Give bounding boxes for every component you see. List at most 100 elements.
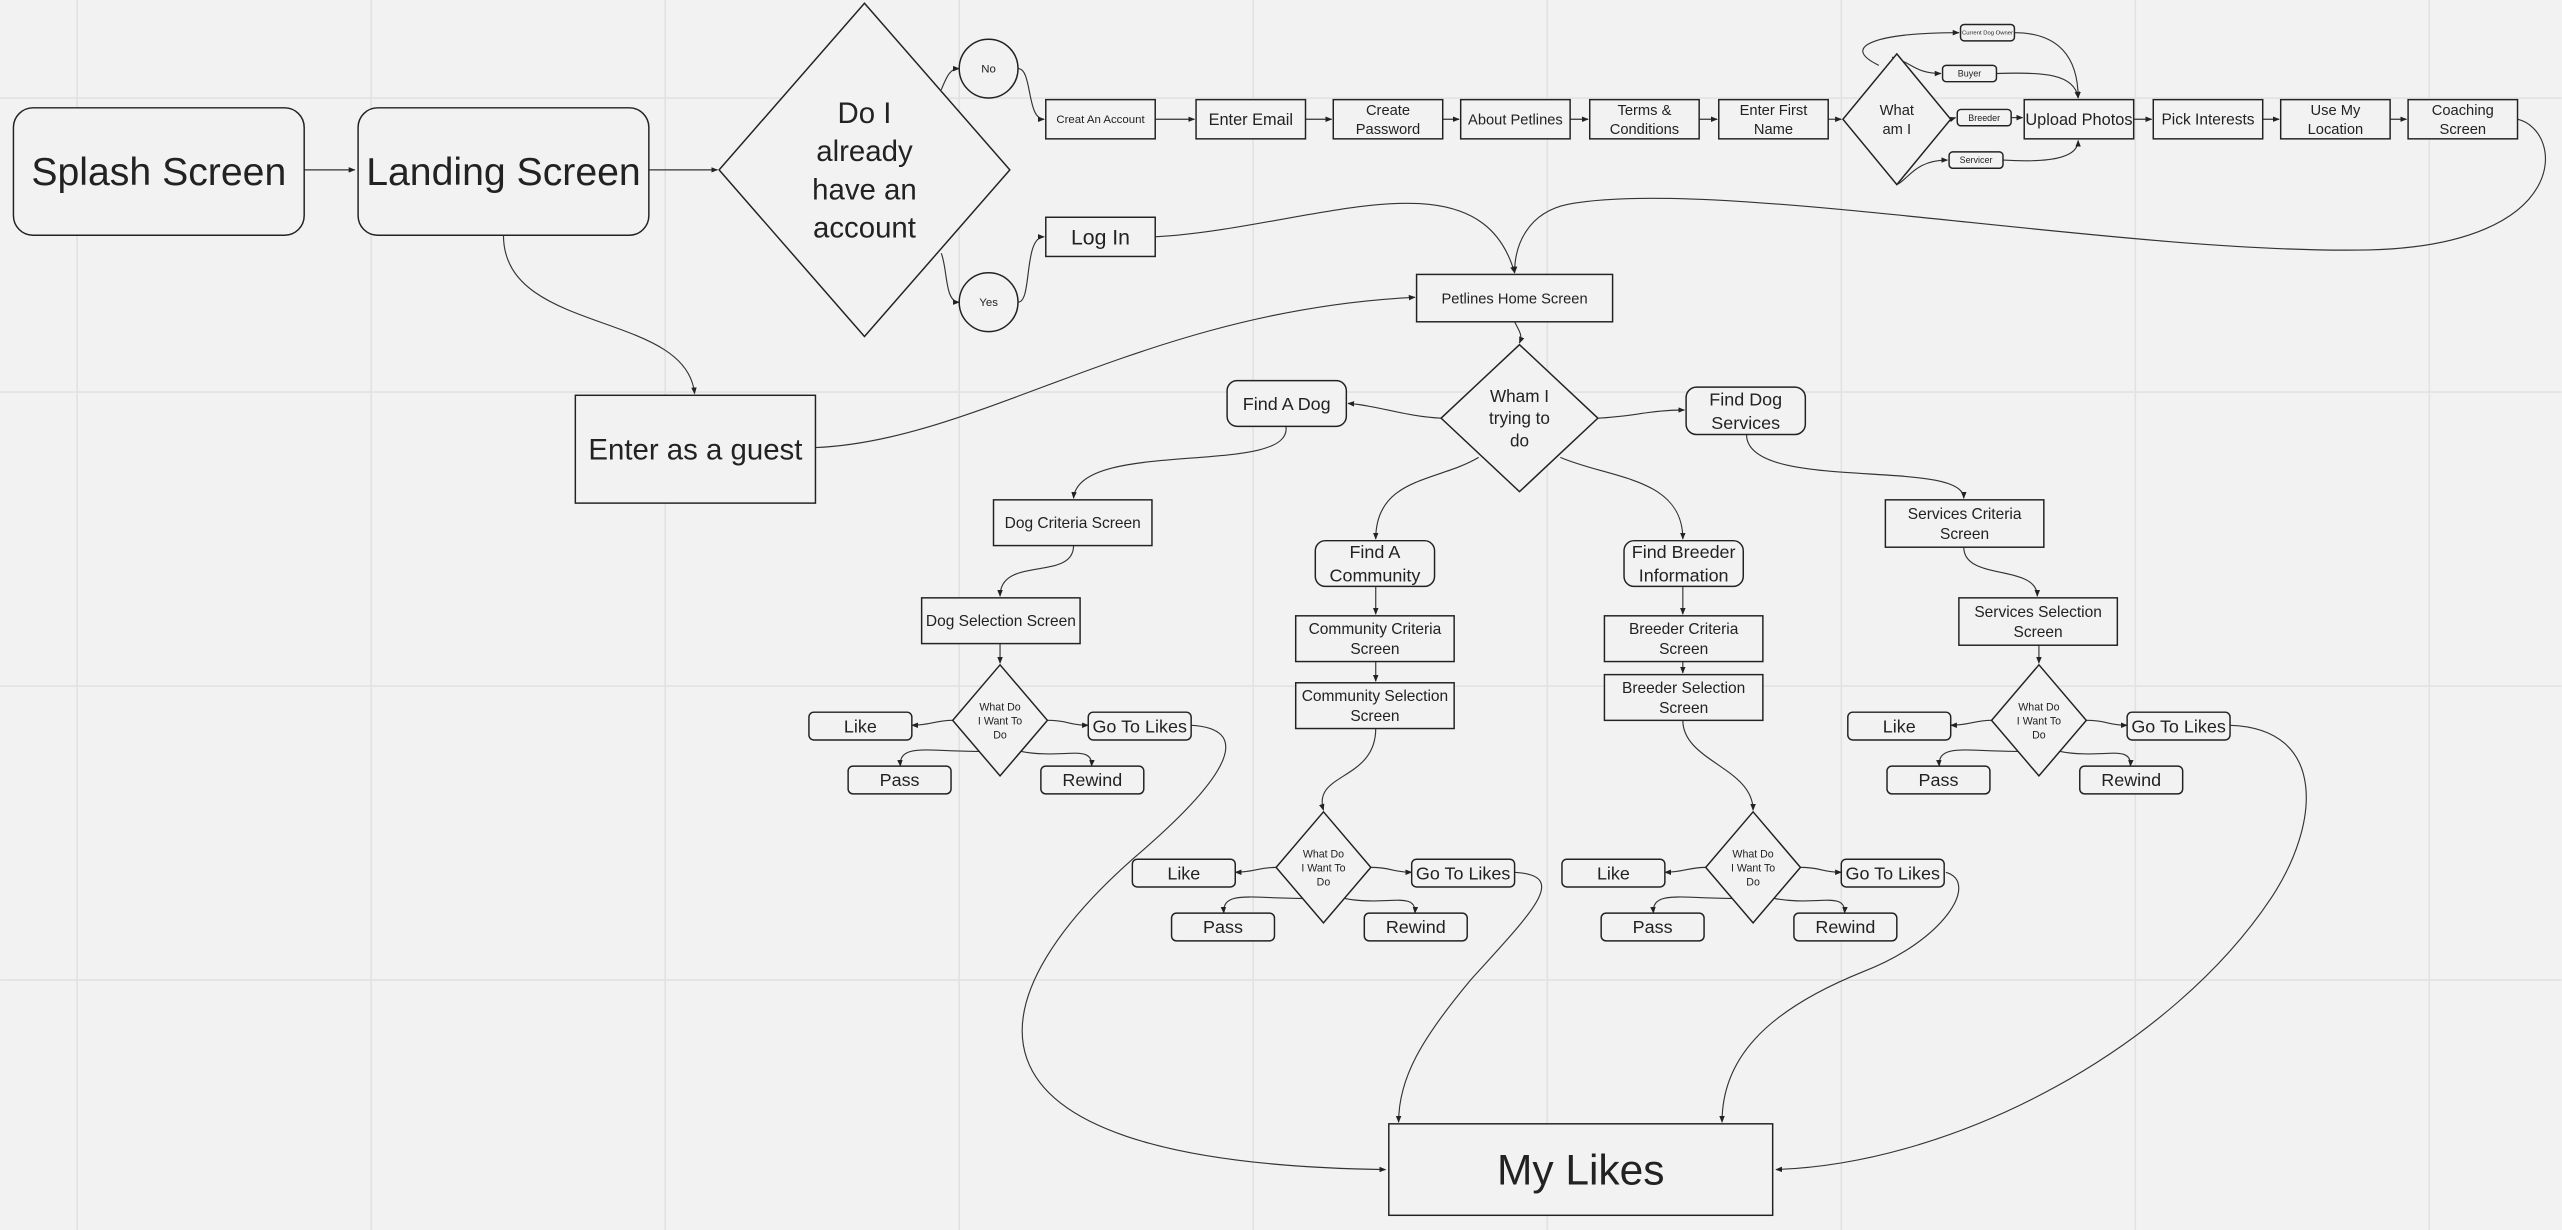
label-line: What — [1880, 103, 1914, 119]
rewind-button[interactable]: Rewind — [1793, 912, 1898, 942]
connector-arrow — [1560, 456, 1686, 540]
node-log-in[interactable]: Log In — [1045, 216, 1156, 258]
label-line: Enter Email — [1209, 111, 1293, 129]
pass-button[interactable]: Pass — [1886, 765, 1991, 795]
node-find-community[interactable]: Find A Community — [1314, 539, 1436, 588]
like-button[interactable]: Like — [808, 711, 913, 741]
go-to-likes-button[interactable]: Go To Likes — [1410, 858, 1516, 888]
label-line: Dog Selection Screen — [926, 613, 1076, 630]
node-find-services[interactable]: Find Dog Services — [1685, 386, 1807, 436]
node-dog-selection[interactable]: Dog Selection Screen — [920, 597, 1081, 645]
label-line: Community Criteria — [1309, 621, 1442, 638]
node-coaching[interactable]: Coaching Screen — [2407, 98, 2519, 140]
node-splash[interactable]: Splash Screen — [12, 107, 305, 236]
node-community-criteria[interactable]: Community Criteria Screen — [1294, 615, 1455, 663]
node-creat-account[interactable]: Creat An Account — [1045, 98, 1156, 140]
my-likes-label: My Likes — [1497, 1146, 1665, 1193]
node-pick-interests[interactable]: Pick Interests — [2152, 98, 2264, 140]
what-do-i-want-to-do-diamond[interactable]: What Do I Want To Do — [1704, 810, 1802, 925]
what-do-i-want-to-do-diamond[interactable]: What Do I Want To Do — [1275, 810, 1372, 925]
node-wham[interactable]: Wham Itrying to do — [1440, 343, 1599, 493]
node-servicer[interactable]: Servicer — [1948, 151, 2004, 169]
node-find-breeder[interactable]: Find Breeder Information — [1623, 539, 1745, 588]
buyer-label: Buyer — [1958, 69, 1981, 79]
rewind-button[interactable]: Rewind — [2079, 765, 2184, 795]
node-yes[interactable]: Yes — [958, 272, 1019, 333]
pass-button[interactable]: Pass — [1600, 912, 1705, 942]
node-breeder-role[interactable]: Breeder — [1956, 108, 2012, 127]
pass-button[interactable]: Pass — [1170, 912, 1276, 942]
rewind-button[interactable]: Rewind — [1040, 765, 1145, 795]
node-enter-email[interactable]: Enter Email — [1195, 98, 1307, 140]
connector-arrow — [940, 65, 960, 91]
action-label: Pass — [1203, 917, 1243, 937]
go-to-likes-button[interactable]: Go To Likes — [2126, 711, 2231, 741]
label-line: Do — [1746, 876, 1760, 888]
rewind-button[interactable]: Rewind — [1363, 912, 1468, 942]
node-guest[interactable]: Enter as a guest — [574, 394, 817, 504]
action-group-community: What Do I Want To Do Like Go To Likes Pass Rew… — [1131, 810, 1516, 942]
connector-arrow — [1220, 896, 1304, 914]
connector-arrow — [1745, 434, 1967, 499]
node-use-location[interactable]: Use My Location — [2279, 98, 2391, 140]
label-line: have an — [812, 173, 917, 206]
action-group-services: What Do I Want To Do Like Go To Likes Pass Rew… — [1847, 663, 2231, 795]
connector-arrow — [1021, 750, 1095, 767]
connector-arrow — [1234, 866, 1277, 876]
label-line: Wham I — [1490, 386, 1549, 406]
connector-arrow — [1373, 456, 1479, 540]
label-line: No — [981, 64, 996, 76]
connector-arrow — [1514, 321, 1525, 344]
node-breeder-selection[interactable]: Breeder Selection Screen — [1603, 673, 1764, 722]
node-services-criteria[interactable]: Services Criteria Screen — [1884, 499, 2045, 548]
label-line: I Want To — [978, 715, 1022, 727]
like-button[interactable]: Like — [1847, 711, 1952, 741]
action-label: Go To Likes — [1845, 863, 1939, 883]
label-line: Petlines Home Screen — [1442, 291, 1588, 307]
connector-arrow — [1650, 896, 1734, 914]
node-services-selection[interactable]: Services Selection Screen — [1958, 597, 2119, 646]
label-line: Current Dog Owner — [1962, 31, 2013, 37]
node-upload-photos[interactable]: Upload Photos — [2023, 98, 2135, 140]
label-line: Find A — [1349, 542, 1400, 562]
enter-email-label: Enter Email — [1209, 111, 1293, 129]
connector-arrow — [2086, 719, 2128, 729]
node-community-selection[interactable]: Community Selection Screen — [1294, 682, 1455, 730]
label-line: Do — [993, 729, 1007, 741]
label-line: account — [813, 212, 916, 245]
label-line: do — [1510, 430, 1529, 450]
label-line: Screen — [1940, 526, 1989, 543]
node-home[interactable]: Petlines Home Screen — [1415, 273, 1614, 323]
node-no[interactable]: No — [958, 38, 1019, 99]
node-buyer[interactable]: Buyer — [1941, 64, 1998, 83]
pass-button[interactable]: Pass — [847, 765, 952, 795]
node-landing[interactable]: Landing Screen — [357, 107, 650, 236]
what-do-i-want-to-do-diamond[interactable]: What Do I Want To Do — [1990, 663, 2088, 778]
node-my-likes[interactable]: My Likes — [1388, 1123, 1774, 1217]
node-about-petlines[interactable]: About Petlines — [1459, 98, 1571, 140]
label-line: My Likes — [1497, 1146, 1665, 1193]
like-button[interactable]: Like — [1561, 858, 1666, 888]
node-dog-criteria[interactable]: Dog Criteria Screen — [992, 499, 1153, 547]
node-current-owner[interactable]: Current Dog Owner — [1959, 23, 2016, 42]
node-find-dog[interactable]: Find A Dog — [1226, 379, 1348, 428]
go-to-likes-button[interactable]: Go To Likes — [1840, 858, 1945, 888]
go-to-likes-button[interactable]: Go To Likes — [1087, 711, 1192, 741]
like-button[interactable]: Like — [1131, 858, 1236, 888]
node-breeder-criteria[interactable]: Breeder Criteria Screen — [1603, 615, 1764, 663]
label-line: Screen — [1350, 641, 1399, 658]
landing-label: Landing Screen — [366, 151, 641, 194]
label-line: What Do — [1303, 849, 1344, 861]
label-line: What Do — [1732, 849, 1773, 861]
node-create-password[interactable]: Create Password — [1332, 98, 1444, 140]
node-terms[interactable]: Terms & Conditions — [1588, 98, 1700, 140]
connector-arrow — [1996, 72, 2081, 99]
connector-arrow — [1370, 866, 1413, 876]
label-line: Screen — [1659, 700, 1708, 717]
what-do-i-want-to-do-diamond[interactable]: What Do I Want To Do — [951, 663, 1049, 778]
label-line: I Want To — [1301, 862, 1345, 874]
label-line: Pick Interests — [2161, 112, 2254, 129]
connector-arrow — [1862, 29, 1960, 66]
label-line: What Do — [979, 702, 1020, 714]
node-first-name[interactable]: Enter First Name — [1718, 98, 1829, 140]
